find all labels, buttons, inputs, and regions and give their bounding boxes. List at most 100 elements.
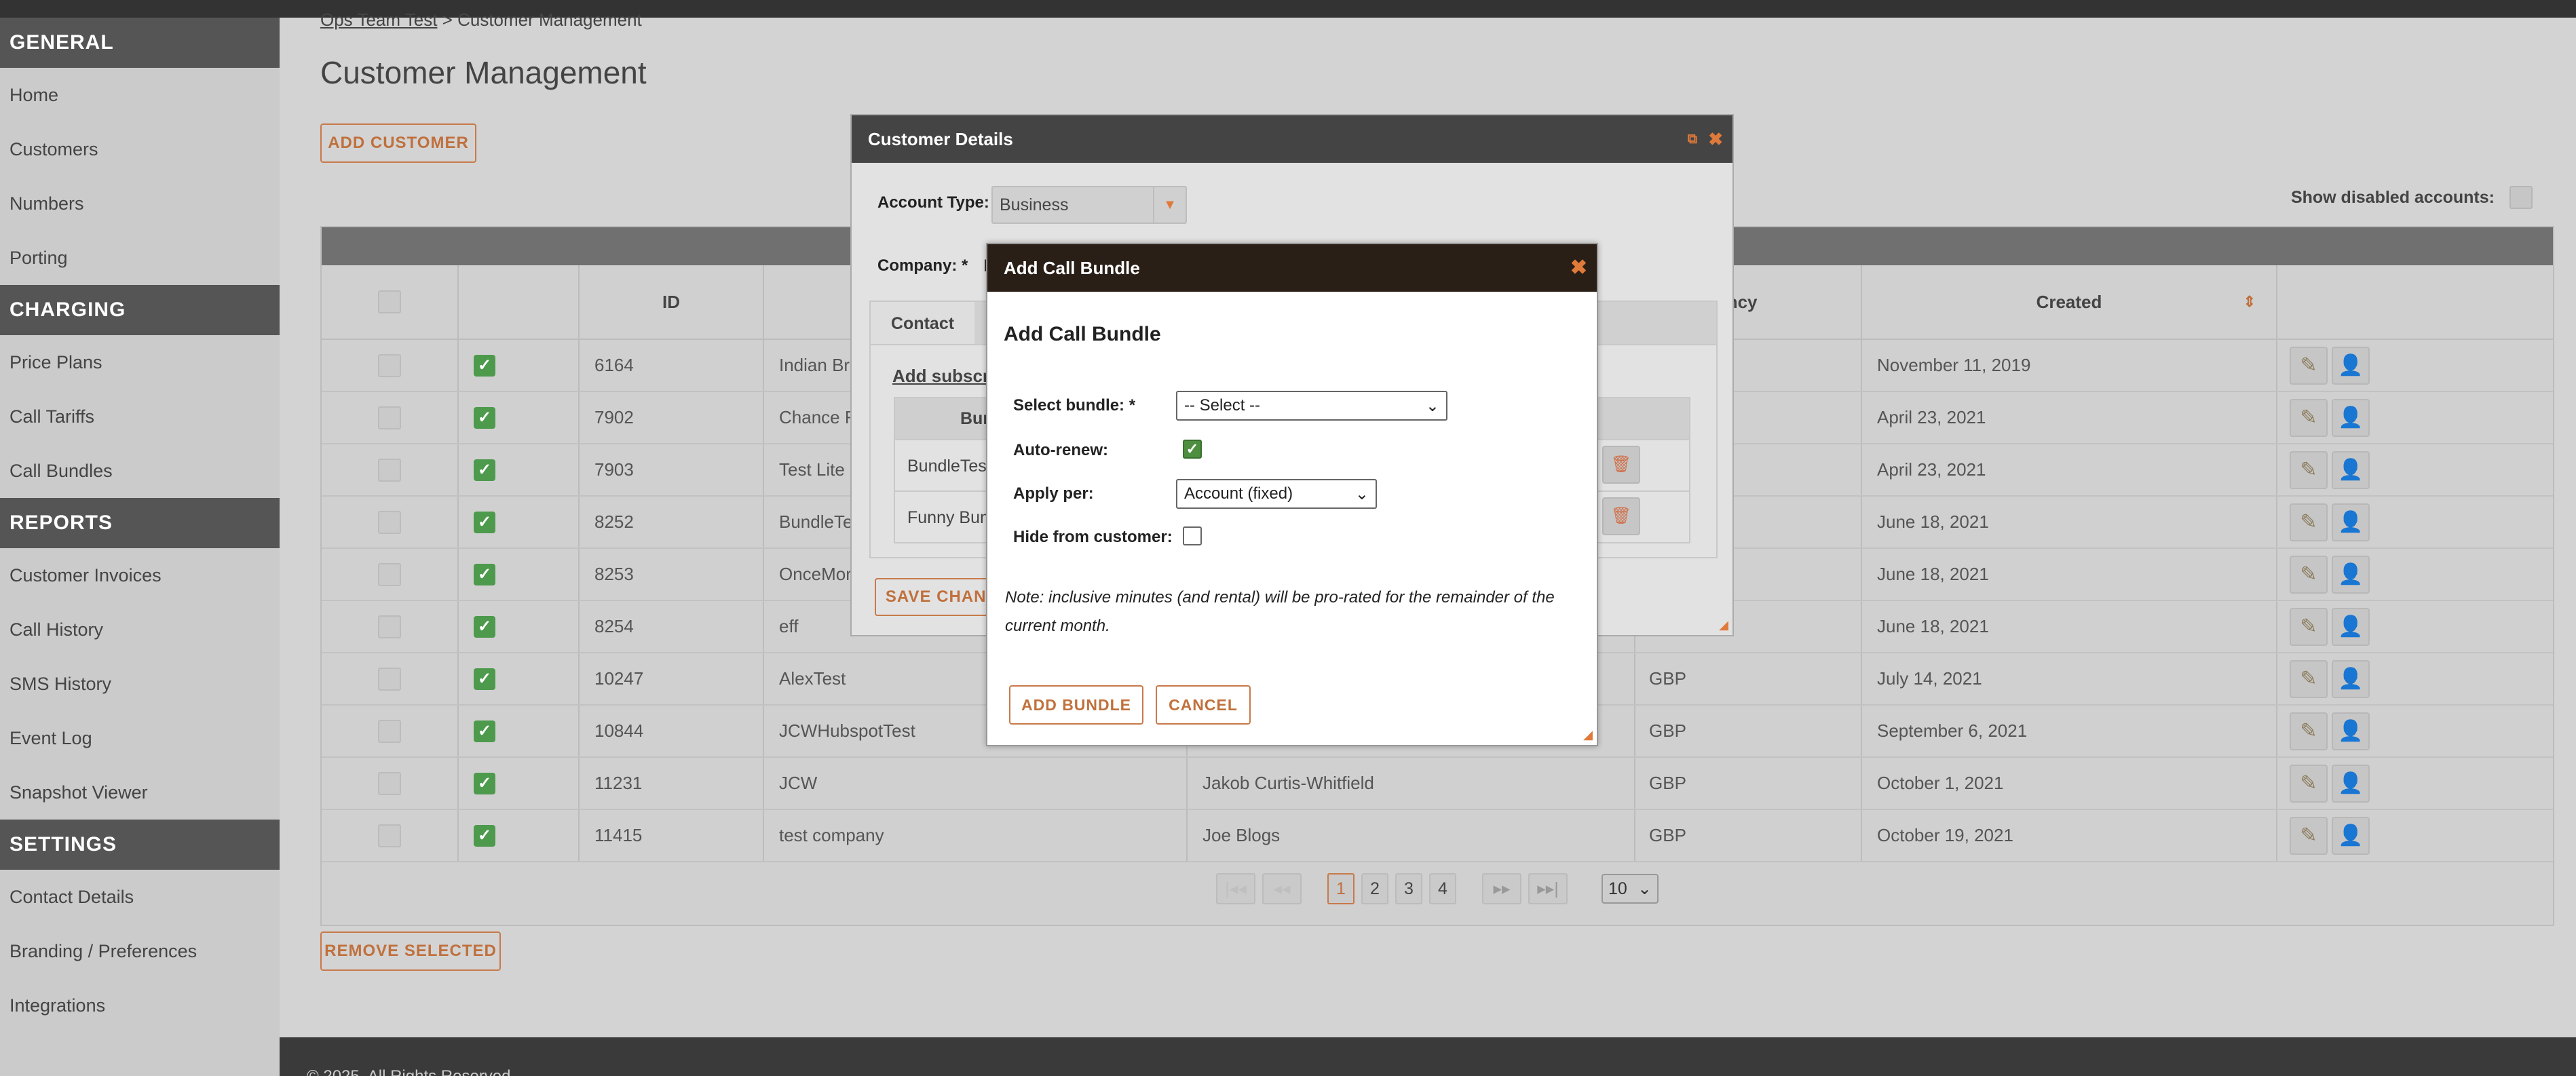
edit-icon[interactable]: ✎ xyxy=(2290,712,2328,750)
trash-icon[interactable]: 🗑 xyxy=(1602,497,1640,535)
sidebar-item-snapshot-viewer[interactable]: Snapshot Viewer xyxy=(0,765,280,820)
impersonate-user-icon[interactable]: 👤 xyxy=(2332,607,2370,646)
trash-icon[interactable]: 🗑 xyxy=(1602,446,1640,484)
page-1-button[interactable]: 1 xyxy=(1327,873,1355,904)
impersonate-user-icon[interactable]: 👤 xyxy=(2332,503,2370,541)
first-page-button[interactable]: |◂◂ xyxy=(1216,873,1255,904)
sidebar: GENERAL Home Customers Numbers Porting CHARGI… xyxy=(0,18,280,1076)
sidebar-item-price-plans[interactable]: Price Plans xyxy=(0,335,280,389)
last-page-button[interactable]: ▸▸| xyxy=(1528,873,1568,904)
sidebar-item-porting[interactable]: Porting xyxy=(0,231,280,285)
footer: © 2025. All Rights Reserved. xyxy=(280,1037,2576,1076)
edit-icon[interactable]: ✎ xyxy=(2290,555,2328,594)
pagination: |◂◂ ◂◂ 1 2 3 4 ▸▸ ▸▸| 10 ⌄ xyxy=(322,872,2553,906)
table-row[interactable]: ✓ 11415 test company Joe Blogs GBP October 19… xyxy=(322,810,2553,862)
row-select-checkbox[interactable] xyxy=(378,771,401,795)
apply-per-dropdown[interactable]: Account (fixed) ⌄ xyxy=(1176,479,1377,509)
breadcrumb-link[interactable]: Ops Team Test xyxy=(320,9,437,30)
impersonate-user-icon[interactable]: 👤 xyxy=(2332,450,2370,489)
prev-page-button[interactable]: ◂◂ xyxy=(1262,873,1302,904)
row-select-checkbox[interactable] xyxy=(378,458,401,482)
remove-selected-button[interactable]: REMOVE SELECTED xyxy=(320,931,501,971)
hide-from-customer-checkbox[interactable] xyxy=(1183,526,1202,545)
contact-name: Jakob Curtis-Whitfield xyxy=(1202,773,1374,793)
add-bundle-button[interactable]: ADD BUNDLE xyxy=(1009,685,1143,725)
impersonate-user-icon[interactable]: 👤 xyxy=(2332,346,2370,385)
impersonate-user-icon[interactable]: 👤 xyxy=(2332,398,2370,437)
popout-icon[interactable]: ⧉ xyxy=(1688,115,1697,163)
sort-icon[interactable]: ⇕ xyxy=(2243,293,2256,311)
edit-icon[interactable]: ✎ xyxy=(2290,503,2328,541)
enabled-check-icon: ✓ xyxy=(474,511,495,533)
sidebar-item-sms-history[interactable]: SMS History xyxy=(0,657,280,711)
select-all-checkbox[interactable] xyxy=(378,290,401,313)
created-date: June 18, 2021 xyxy=(1877,512,1989,532)
page-4-button[interactable]: 4 xyxy=(1429,873,1456,904)
table-row[interactable]: ✓ 11231 JCW Jakob Curtis-Whitfield GBP Octobe… xyxy=(322,758,2553,810)
edit-icon[interactable]: ✎ xyxy=(2290,764,2328,803)
column-id[interactable]: ID xyxy=(580,265,764,339)
sidebar-item-call-history[interactable]: Call History xyxy=(0,602,280,657)
select-bundle-dropdown[interactable]: -- Select -- ⌄ xyxy=(1176,391,1447,421)
edit-icon[interactable]: ✎ xyxy=(2290,450,2328,489)
close-icon[interactable]: ✖ xyxy=(1708,115,1723,163)
row-select-checkbox[interactable] xyxy=(378,719,401,743)
account-type-select[interactable]: Business ▼ xyxy=(991,186,1187,224)
row-select-checkbox[interactable] xyxy=(378,824,401,847)
close-icon[interactable]: ✖ xyxy=(1570,244,1587,292)
resize-handle-icon[interactable]: ◢ xyxy=(1719,618,1728,632)
cancel-button[interactable]: CANCEL xyxy=(1156,685,1251,725)
row-select-checkbox[interactable] xyxy=(378,353,401,377)
customer-id: 11231 xyxy=(594,773,643,793)
row-select-checkbox[interactable] xyxy=(378,406,401,429)
enabled-check-icon: ✓ xyxy=(474,824,495,847)
add-subscription-link[interactable]: Add subscri xyxy=(892,366,994,387)
apply-per-value: Account (fixed) xyxy=(1184,484,1293,503)
sidebar-item-branding-preferences[interactable]: Branding / Preferences xyxy=(0,924,280,978)
auto-renew-checkbox[interactable]: ✓ xyxy=(1183,440,1202,459)
sidebar-item-call-bundles[interactable]: Call Bundles xyxy=(0,444,280,498)
sidebar-item-call-tariffs[interactable]: Call Tariffs xyxy=(0,389,280,444)
column-created[interactable]: Created ⇕ xyxy=(1862,265,2277,339)
add-customer-button[interactable]: ADD CUSTOMER xyxy=(320,123,476,163)
next-page-button[interactable]: ▸▸ xyxy=(1482,873,1521,904)
page-3-button[interactable]: 3 xyxy=(1395,873,1422,904)
company-name: JCW xyxy=(779,773,818,793)
currency: GBP xyxy=(1649,668,1686,689)
sidebar-section-reports: REPORTS xyxy=(0,498,280,548)
sidebar-item-event-log[interactable]: Event Log xyxy=(0,711,280,765)
edit-icon[interactable]: ✎ xyxy=(2290,398,2328,437)
sidebar-item-numbers[interactable]: Numbers xyxy=(0,176,280,231)
sidebar-item-integrations[interactable]: Integrations xyxy=(0,978,280,1033)
show-disabled-label: Show disabled accounts: xyxy=(2290,187,2495,207)
sidebar-item-contact-details[interactable]: Contact Details xyxy=(0,870,280,924)
impersonate-user-icon[interactable]: 👤 xyxy=(2332,712,2370,750)
edit-icon[interactable]: ✎ xyxy=(2290,816,2328,855)
impersonate-user-icon[interactable]: 👤 xyxy=(2332,816,2370,855)
sidebar-section-charging: CHARGING xyxy=(0,285,280,335)
sidebar-item-home[interactable]: Home xyxy=(0,68,280,122)
company-name: test company xyxy=(779,825,884,845)
resize-handle-icon[interactable]: ◢ xyxy=(1583,728,1593,742)
page-2-button[interactable]: 2 xyxy=(1361,873,1388,904)
page-size-select[interactable]: 10 ⌄ xyxy=(1602,874,1659,904)
impersonate-user-icon[interactable]: 👤 xyxy=(2332,764,2370,803)
enabled-check-icon: ✓ xyxy=(474,406,495,429)
sidebar-item-customers[interactable]: Customers xyxy=(0,122,280,176)
customer-details-title: Customer Details xyxy=(868,129,1013,149)
sidebar-item-customer-invoices[interactable]: Customer Invoices xyxy=(0,548,280,602)
enabled-check-icon: ✓ xyxy=(474,720,495,742)
row-select-checkbox[interactable] xyxy=(378,667,401,691)
row-select-checkbox[interactable] xyxy=(378,562,401,586)
impersonate-user-icon[interactable]: 👤 xyxy=(2332,555,2370,594)
show-disabled-checkbox[interactable] xyxy=(2509,186,2533,209)
tab-contact[interactable]: Contact xyxy=(871,302,975,344)
row-select-checkbox[interactable] xyxy=(378,510,401,534)
select-bundle-label: Select bundle: * xyxy=(1013,396,1136,415)
edit-icon[interactable]: ✎ xyxy=(2290,659,2328,698)
add-call-bundle-title: Add Call Bundle xyxy=(1004,258,1140,278)
edit-icon[interactable]: ✎ xyxy=(2290,346,2328,385)
edit-icon[interactable]: ✎ xyxy=(2290,607,2328,646)
impersonate-user-icon[interactable]: 👤 xyxy=(2332,659,2370,698)
row-select-checkbox[interactable] xyxy=(378,615,401,638)
